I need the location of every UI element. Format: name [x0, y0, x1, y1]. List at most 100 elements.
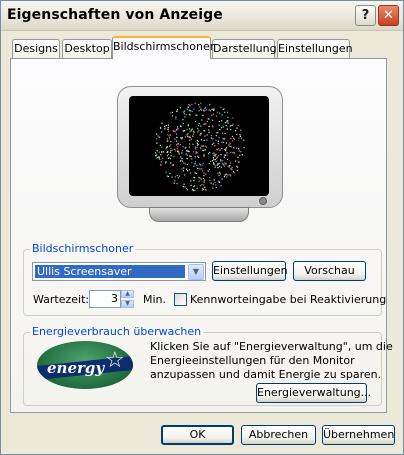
tab-desktop[interactable]: Desktop	[62, 39, 112, 58]
particle	[213, 142, 215, 144]
particle	[221, 178, 223, 180]
tab-einstellungen[interactable]: Einstellungen	[277, 39, 353, 58]
screensaver-selected-value: Ullis Screensaver	[35, 265, 185, 278]
stepper-down-icon[interactable]: ▼	[121, 300, 134, 308]
particle	[167, 134, 169, 136]
particle	[171, 164, 173, 166]
particle	[188, 146, 190, 148]
particle	[167, 124, 169, 126]
particle	[176, 174, 178, 177]
particle	[225, 173, 227, 175]
particle	[198, 177, 200, 179]
particle	[236, 165, 238, 167]
particle	[209, 179, 211, 182]
particle	[174, 180, 176, 182]
particle	[175, 140, 178, 142]
particle	[210, 135, 213, 137]
particle	[176, 148, 178, 150]
particle	[210, 182, 212, 184]
cancel-button[interactable]: Abbrechen	[241, 425, 316, 445]
particle	[237, 156, 239, 158]
particle	[183, 174, 186, 176]
particle	[220, 159, 222, 161]
particle	[163, 125, 165, 127]
particle	[203, 179, 206, 181]
power-management-button[interactable]: Energieverwaltung...	[256, 383, 371, 403]
preview-button[interactable]: Vorschau	[293, 261, 366, 281]
ok-button[interactable]: OK	[161, 425, 234, 445]
particle	[160, 154, 162, 156]
particle	[188, 113, 190, 116]
particle	[199, 168, 201, 170]
particle	[233, 137, 235, 139]
particle	[212, 183, 214, 185]
particle	[170, 155, 172, 157]
particle	[225, 147, 227, 150]
particle	[238, 150, 240, 152]
particle	[202, 177, 204, 180]
particle	[220, 154, 222, 156]
particle	[213, 179, 215, 181]
particle	[232, 123, 234, 125]
help-button[interactable]: ?	[355, 5, 376, 26]
particle	[196, 114, 198, 116]
particle	[194, 146, 196, 148]
password-label[interactable]: Kennworteingabe bei Reaktivierung	[190, 293, 386, 306]
particle	[189, 143, 191, 145]
particle	[221, 160, 223, 162]
wait-time-input[interactable]: 3	[89, 290, 121, 308]
particle	[198, 125, 200, 127]
particle	[184, 163, 186, 165]
particle	[203, 181, 205, 183]
particle	[215, 135, 217, 137]
particle	[186, 154, 188, 156]
particle	[216, 115, 218, 117]
particle	[228, 144, 230, 146]
particle	[194, 163, 196, 165]
password-checkbox[interactable]	[174, 293, 187, 306]
particle	[223, 156, 225, 158]
tab-bildschirmschoner[interactable]: Bildschirmschoner	[112, 36, 214, 59]
particle	[205, 189, 207, 191]
particle	[231, 169, 233, 171]
particle	[229, 162, 231, 164]
particle	[175, 118, 177, 120]
stepper-up-icon[interactable]: ▲	[121, 290, 134, 298]
title-bar[interactable]: Eigenschaften von Anzeige ? ✕	[1, 1, 403, 31]
particle	[206, 120, 208, 123]
particle	[227, 174, 229, 176]
particle	[220, 185, 222, 187]
energy-description: Klicken Sie auf "Energieverwaltung", um …	[150, 340, 393, 381]
particle	[165, 162, 167, 164]
tab-designs[interactable]: Designs	[12, 39, 60, 58]
particle	[186, 108, 188, 110]
particle	[217, 172, 219, 174]
particle	[158, 156, 160, 158]
close-button[interactable]: ✕	[378, 5, 399, 26]
chevron-down-icon[interactable]: ▼	[188, 264, 204, 280]
particle	[191, 128, 193, 130]
tab-darstellung[interactable]: Darstellung	[212, 39, 277, 58]
settings-button[interactable]: Einstellungen	[212, 261, 288, 281]
particle	[175, 116, 177, 118]
particle	[186, 150, 188, 152]
particle	[188, 136, 190, 138]
particle	[233, 152, 235, 154]
particle	[194, 156, 196, 158]
particle	[189, 110, 192, 112]
particle	[181, 160, 183, 162]
particle	[237, 166, 239, 168]
apply-button[interactable]: Übernehmen	[322, 425, 395, 445]
particle	[217, 143, 219, 145]
particle	[224, 133, 226, 135]
wait-time-stepper[interactable]: ▲ ▼	[121, 290, 134, 308]
particle	[170, 140, 172, 143]
particle	[226, 176, 228, 178]
particle	[187, 170, 189, 172]
screensaver-select[interactable]: Ullis Screensaver ▼	[32, 262, 206, 281]
particle	[211, 143, 213, 145]
particle	[200, 102, 202, 104]
particle	[211, 160, 214, 162]
particle	[187, 124, 189, 126]
preview-screen	[129, 96, 269, 196]
